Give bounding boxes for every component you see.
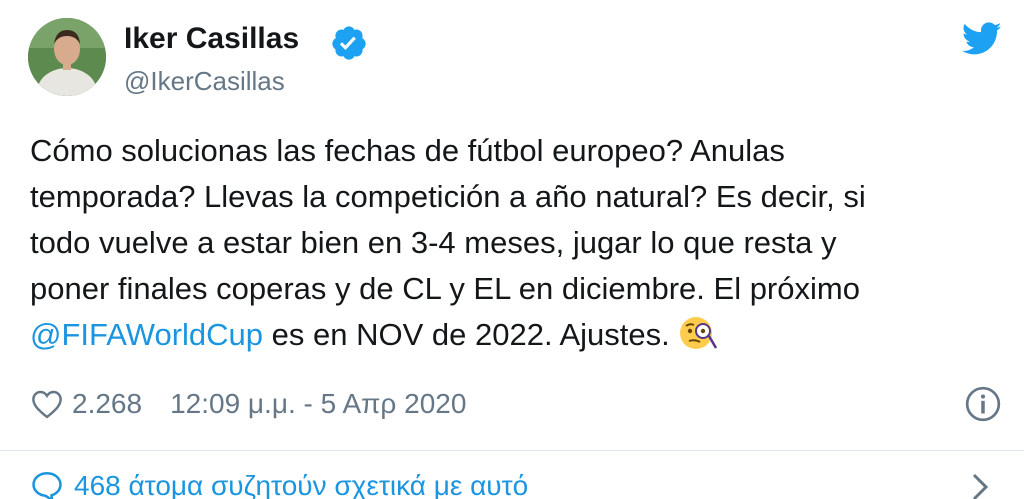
tweet-line-last: @FIFAWorldCup es en NOV de 2022. Ajustes… [30,312,990,358]
author-avatar[interactable] [28,18,106,96]
tweet-line-rest: es en NOV de 2022. Ajustes. [263,317,670,352]
face-with-monocle-emoji [679,317,717,349]
tweet-line: Cómo solucionas las fechas de fútbol eur… [30,133,785,168]
tweet-line: poner finales coperas y de CL y EL en di… [30,271,860,306]
tweet-timestamp[interactable]: 12:09 μ.μ. - 5 Απρ 2020 [170,388,466,420]
avatar-photo [28,18,106,96]
author-name[interactable]: Iker Casillas [124,22,299,56]
discussion-link[interactable]: 468 άτομα συζητούν σχετικά με αυτό [30,470,528,499]
verified-badge-icon [332,26,366,60]
heart-icon[interactable] [30,389,64,419]
tweet-line: temporada? Llevas la competición a año n… [30,179,866,214]
author-handle[interactable]: @IkerCasillas [124,66,285,97]
tweet-embed: Iker Casillas @IkerCasillas Cómo solucio… [0,0,1024,499]
tweet-text: Cómo solucionas las fechas de fútbol eur… [30,128,990,358]
discussion-label: 468 άτομα συζητούν σχετικά με αυτό [74,470,529,499]
like-count[interactable]: 2.268 [72,388,142,420]
twitter-bird-icon[interactable] [962,22,1002,56]
chevron-right-icon[interactable] [966,472,994,499]
info-icon[interactable] [964,385,1002,423]
speech-bubble-icon [32,471,62,499]
tweet-meta: 2.268 12:09 μ.μ. - 5 Απρ 2020 [30,386,466,422]
mention-link[interactable]: @FIFAWorldCup [30,317,263,352]
divider [0,450,1024,451]
tweet-line: todo vuelve a estar bien en 3-4 meses, j… [30,225,837,260]
